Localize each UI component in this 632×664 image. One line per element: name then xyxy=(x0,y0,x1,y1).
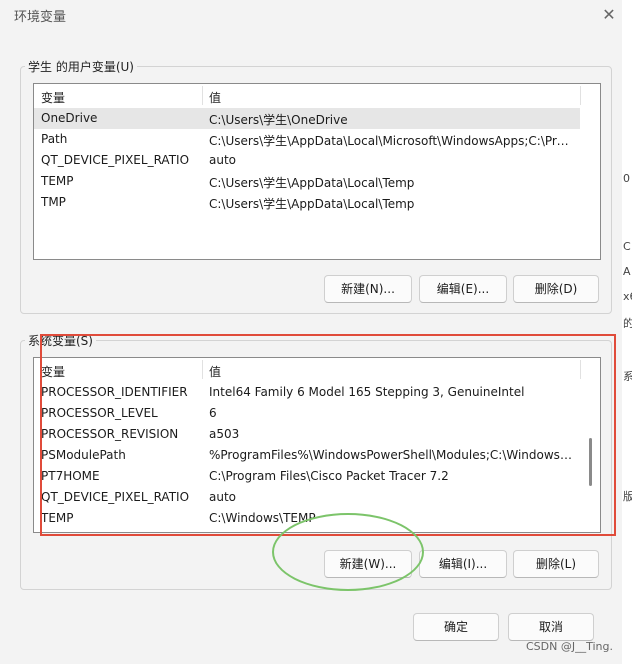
variable-name: PROCESSOR_IDENTIFIER xyxy=(41,385,188,399)
table-row[interactable]: PT7HOME C:\Program Files\Cisco Packet Tr… xyxy=(34,466,600,487)
table-row[interactable]: TEMP C:\Windows\TEMP xyxy=(34,508,600,529)
variable-name: PSModulePath xyxy=(41,448,126,462)
background-text-fragment: 0 xyxy=(623,172,630,185)
column-header-value[interactable]: 值 xyxy=(209,363,221,380)
system-new-button[interactable]: 新建(W)... xyxy=(324,550,412,578)
column-separator xyxy=(202,360,203,379)
user-delete-button[interactable]: 删除(D) xyxy=(513,275,599,303)
system-variables-label: 系统变量(S) xyxy=(28,334,93,348)
column-header-variable[interactable]: 变量 xyxy=(41,89,65,106)
table-row[interactable]: OneDrive C:\Users\学生\OneDrive xyxy=(34,108,580,129)
column-separator xyxy=(580,86,581,105)
table-row[interactable]: QT_DEVICE_PIXEL_RATIO auto xyxy=(34,150,600,171)
ok-button[interactable]: 确定 xyxy=(413,613,499,641)
column-separator xyxy=(580,360,581,379)
cancel-button[interactable]: 取消 xyxy=(508,613,594,641)
user-variables-list[interactable]: 变量 值 OneDrive C:\Users\学生\OneDrive Path … xyxy=(33,83,601,260)
background-text-fragment: 系 xyxy=(623,370,632,383)
variable-value: auto xyxy=(209,153,237,167)
variable-name: QT_DEVICE_PIXEL_RATIO xyxy=(41,153,190,167)
scrollbar-thumb[interactable] xyxy=(589,438,592,486)
background-text-fragment: x6 xyxy=(623,290,632,303)
variable-value: 6 xyxy=(209,406,217,420)
variable-name: PT7HOME xyxy=(41,469,100,483)
system-variables-list[interactable]: 变量 值 PROCESSOR_IDENTIFIER Intel64 Family… xyxy=(33,357,601,533)
variable-value: auto xyxy=(209,490,237,504)
variable-name: Path xyxy=(41,132,68,146)
table-row[interactable]: QT_DEVICE_PIXEL_RATIO auto xyxy=(34,487,600,508)
background-text-fragment: C xyxy=(623,240,631,253)
variable-name: OneDrive xyxy=(41,111,98,125)
table-row[interactable]: TEMP C:\Users\学生\AppData\Local\Temp xyxy=(34,171,600,192)
user-new-button[interactable]: 新建(N)... xyxy=(324,275,412,303)
user-edit-button[interactable]: 编辑(E)... xyxy=(419,275,507,303)
variable-name: TMP xyxy=(41,195,66,209)
variable-value: %ProgramFiles%\WindowsPowerShell\Modules… xyxy=(209,448,575,462)
variable-name: TEMP xyxy=(41,511,74,525)
variable-value: C:\Users\学生\AppData\Local\Microsoft\Wind… xyxy=(209,134,575,148)
list-header: 变量 值 xyxy=(34,84,600,108)
table-row[interactable]: PROCESSOR_REVISION a503 xyxy=(34,424,600,445)
background-window-edge xyxy=(622,0,632,664)
user-variables-label: 学生 的用户变量(U) xyxy=(28,60,134,74)
table-row[interactable]: PSModulePath %ProgramFiles%\WindowsPower… xyxy=(34,445,600,466)
table-row[interactable]: TMP C:\Users\学生\AppData\Local\Temp xyxy=(34,192,600,213)
column-separator xyxy=(202,86,203,105)
variable-value: C:\Windows\TEMP xyxy=(209,511,316,525)
table-row[interactable]: PROCESSOR_LEVEL 6 xyxy=(34,403,600,424)
system-edit-button[interactable]: 编辑(I)... xyxy=(419,550,507,578)
variable-name: PROCESSOR_REVISION xyxy=(41,427,179,441)
system-delete-button[interactable]: 删除(L) xyxy=(513,550,599,578)
variable-value: a503 xyxy=(209,427,240,441)
variable-name: PROCESSOR_LEVEL xyxy=(41,406,158,420)
list-header: 变量 值 xyxy=(34,358,600,382)
variable-name: TEMP xyxy=(41,174,74,188)
variable-value: C:\Program Files\Cisco Packet Tracer 7.2 xyxy=(209,469,449,483)
column-header-value[interactable]: 值 xyxy=(209,89,221,106)
variable-value: C:\Users\学生\AppData\Local\Temp xyxy=(209,176,415,190)
variable-value: C:\Users\学生\AppData\Local\Temp xyxy=(209,197,415,211)
watermark: CSDN @J__Ting. xyxy=(526,640,613,653)
background-text-fragment: A xyxy=(623,265,631,278)
window-title: 环境变量 xyxy=(14,10,67,25)
table-row[interactable]: PROCESSOR_IDENTIFIER Intel64 Family 6 Mo… xyxy=(34,382,600,403)
background-text-fragment: 版 xyxy=(623,490,632,503)
variable-value: C:\Users\学生\OneDrive xyxy=(209,113,348,127)
title-bar: 环境变量 ✕ xyxy=(0,0,632,32)
variable-value: Intel64 Family 6 Model 165 Stepping 3, G… xyxy=(209,385,525,399)
close-icon[interactable]: ✕ xyxy=(596,4,622,26)
column-header-variable[interactable]: 变量 xyxy=(41,363,65,380)
table-row[interactable]: Path C:\Users\学生\AppData\Local\Microsoft… xyxy=(34,129,600,150)
variable-name: QT_DEVICE_PIXEL_RATIO xyxy=(41,490,190,504)
background-text-fragment: 的 xyxy=(623,317,632,330)
